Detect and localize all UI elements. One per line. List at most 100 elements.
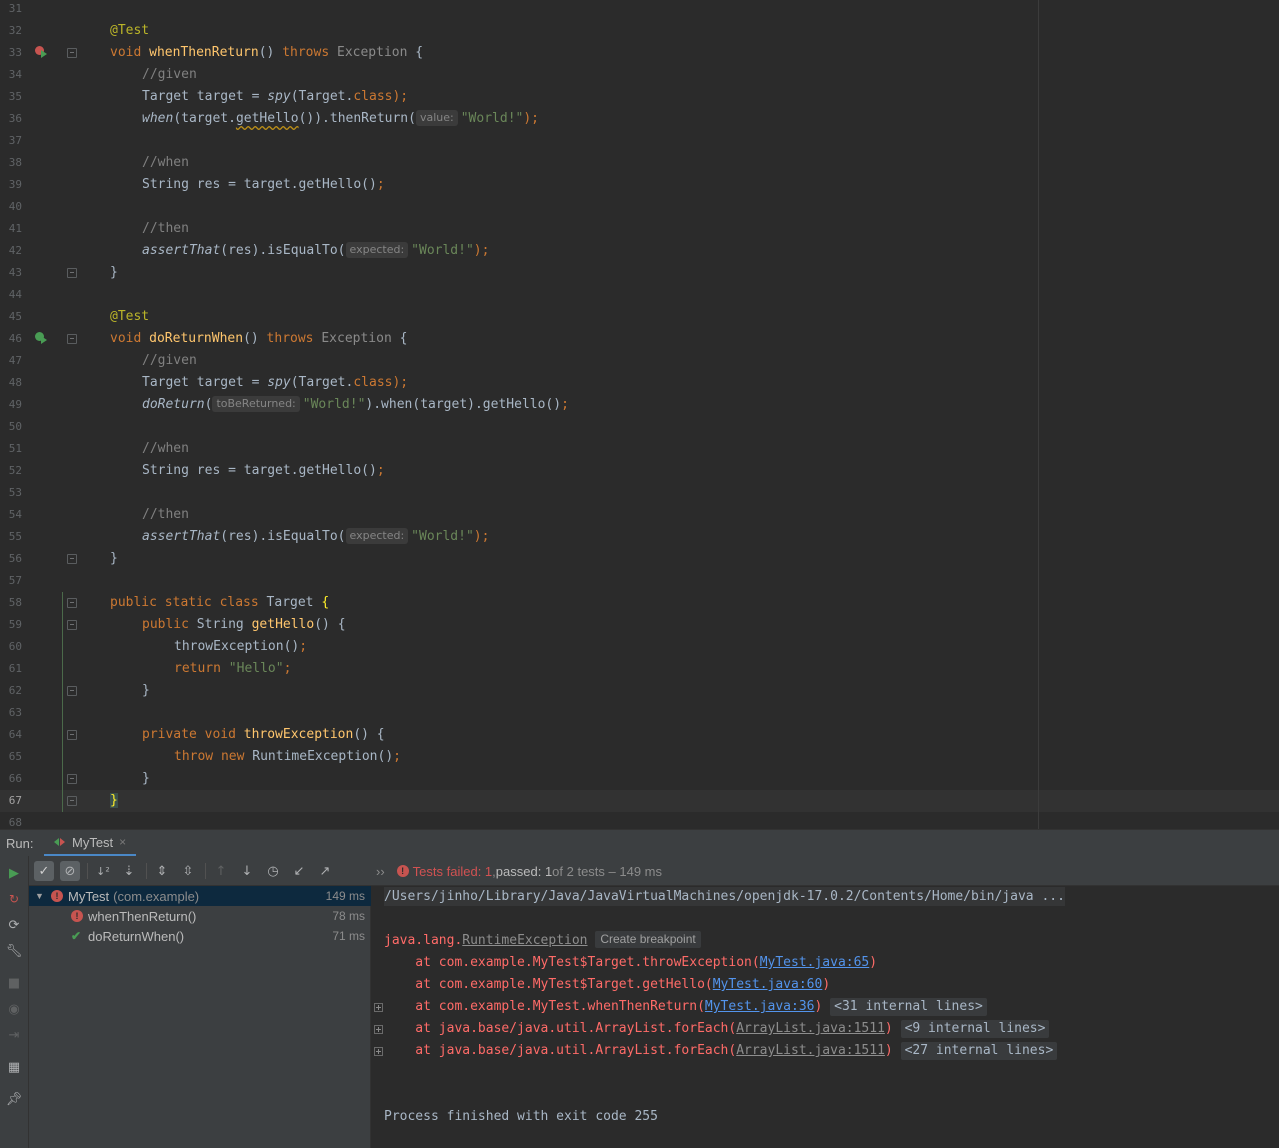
code-line-58[interactable]: public static class Target { <box>110 592 329 614</box>
code-line-61[interactable]: return "Hello"; <box>174 658 291 680</box>
code-line-48[interactable]: Target target = spy(Target.class); <box>142 372 408 394</box>
test-results-tree[interactable]: ▼ ! MyTest (com.example) 149 ms ! whenTh… <box>29 886 371 1148</box>
fold-marker[interactable] <box>67 334 77 344</box>
line-number[interactable]: 36 <box>0 108 22 130</box>
line-number[interactable]: 38 <box>0 152 22 174</box>
line-number[interactable]: 31 <box>0 0 22 20</box>
code-line-56[interactable]: } <box>110 548 118 570</box>
line-number[interactable]: 39 <box>0 174 22 196</box>
code-line-39[interactable]: String res = target.getHello(); <box>142 174 385 196</box>
code-line-38[interactable]: //when <box>142 152 189 174</box>
line-number[interactable]: 50 <box>0 416 22 438</box>
code-line-46[interactable]: void doReturnWhen() throws Exception { <box>110 328 407 350</box>
wrench-icon[interactable]: 🔧︎ <box>6 943 23 959</box>
code-line-65[interactable]: throw new RuntimeException(); <box>174 746 401 768</box>
run-test-failed-icon[interactable] <box>34 45 48 59</box>
exception-class-link[interactable]: RuntimeException <box>462 933 587 948</box>
next-failed-icon[interactable]: ↓ <box>237 861 257 881</box>
line-number[interactable]: 63 <box>0 702 22 724</box>
line-number[interactable]: 47 <box>0 350 22 372</box>
code-line-67[interactable]: } <box>110 790 118 812</box>
pin-icon[interactable]: 📌︎ <box>6 1091 23 1107</box>
expand-internal-lines-icon[interactable] <box>374 1047 383 1056</box>
toggle-auto-test-icon[interactable]: ⟳ <box>6 917 22 933</box>
fold-marker[interactable] <box>67 796 77 806</box>
run-test-passed-icon[interactable] <box>34 331 48 345</box>
internal-lines-fold[interactable]: <27 internal lines> <box>900 1042 1058 1060</box>
line-number[interactable]: 34 <box>0 64 22 86</box>
code-line-47[interactable]: //given <box>142 350 197 372</box>
line-number[interactable]: 68 <box>0 812 22 829</box>
tree-row-mytest[interactable]: ▼ ! MyTest (com.example) 149 ms <box>29 886 371 906</box>
code-line-42[interactable]: assertThat(res).isEqualTo(expected: "Worl… <box>142 240 489 262</box>
fold-marker[interactable] <box>67 686 77 696</box>
code-editor[interactable]: 31 32 33 34 35 36 37 38 39 40 41 42 43 44 45 46 47 48 49 50… <box>0 0 1279 829</box>
source-link[interactable]: ArrayList.java:1511 <box>736 1021 885 1036</box>
code-line-32[interactable]: @Test <box>110 20 149 42</box>
source-link[interactable]: MyTest.java:36 <box>705 999 815 1014</box>
tree-row-doreturnwhen[interactable]: ✔ doReturnWhen() 71 ms <box>29 926 371 946</box>
code-line-54[interactable]: //then <box>142 504 189 526</box>
line-number[interactable]: 52 <box>0 460 22 482</box>
code-line-51[interactable]: //when <box>142 438 189 460</box>
line-number[interactable]: 40 <box>0 196 22 218</box>
line-number[interactable]: 64 <box>0 724 22 746</box>
more-icon[interactable]: ›› <box>376 864 385 879</box>
line-number[interactable]: 54 <box>0 504 22 526</box>
fold-marker[interactable] <box>67 774 77 784</box>
line-number[interactable]: 57 <box>0 570 22 592</box>
rerun-failed-icon[interactable]: ↻ <box>6 891 22 907</box>
export-results-icon[interactable]: ↗ <box>315 861 335 881</box>
expand-internal-lines-icon[interactable] <box>374 1025 383 1034</box>
line-number[interactable]: 55 <box>0 526 22 548</box>
expand-internal-lines-icon[interactable] <box>374 1003 383 1012</box>
console-command-line[interactable]: /Users/jinho/Library/Java/JavaVirtualMac… <box>384 886 1065 908</box>
line-number[interactable]: 62 <box>0 680 22 702</box>
line-number[interactable]: 37 <box>0 130 22 152</box>
expand-all-icon[interactable]: ⇕ <box>152 861 172 881</box>
line-number[interactable]: 43 <box>0 262 22 284</box>
code-line-41[interactable]: //then <box>142 218 189 240</box>
previous-failed-icon[interactable]: ↑ <box>211 861 231 881</box>
line-number-gutter[interactable]: 31 32 33 34 35 36 37 38 39 40 41 42 43 44 45 46 47 48 49 50… <box>0 0 30 829</box>
test-history-icon[interactable]: ◷ <box>263 861 283 881</box>
close-tab-icon[interactable]: × <box>119 835 126 849</box>
source-link[interactable]: MyTest.java:60 <box>713 977 823 992</box>
line-number[interactable]: 35 <box>0 86 22 108</box>
stop-icon[interactable]: ■ <box>6 975 22 991</box>
sort-by-duration-icon[interactable]: ⇣ <box>119 861 139 881</box>
exit-icon[interactable]: ⇥ <box>6 1027 22 1043</box>
source-link[interactable]: MyTest.java:65 <box>760 955 870 970</box>
line-number[interactable]: 33 <box>0 42 22 64</box>
code-line-60[interactable]: throwException(); <box>174 636 307 658</box>
fold-marker[interactable] <box>67 620 77 630</box>
line-number[interactable]: 32 <box>0 20 22 42</box>
code-line-62[interactable]: } <box>142 680 150 702</box>
collapse-all-icon[interactable]: ⇳ <box>178 861 198 881</box>
import-tests-icon[interactable]: ↙ <box>289 861 309 881</box>
warning-token[interactable]: getHello <box>236 111 299 126</box>
internal-lines-fold[interactable]: <9 internal lines> <box>900 1020 1050 1038</box>
fold-marker[interactable] <box>67 730 77 740</box>
line-number[interactable]: 67 <box>0 790 22 812</box>
line-number[interactable]: 58 <box>0 592 22 614</box>
code-line-55[interactable]: assertThat(res).isEqualTo(expected: "Worl… <box>142 526 489 548</box>
create-breakpoint-button[interactable]: Create breakpoint <box>595 931 701 948</box>
tab-mytest[interactable]: MyTest × <box>44 830 137 857</box>
code-line-43[interactable]: } <box>110 262 118 284</box>
code-line-64[interactable]: private void throwException() { <box>142 724 385 746</box>
code-line-52[interactable]: String res = target.getHello(); <box>142 460 385 482</box>
sort-alphabetically-icon[interactable]: ↓² <box>93 861 113 881</box>
java-command[interactable]: /Users/jinho/Library/Java/JavaVirtualMac… <box>384 887 1065 906</box>
code-line-36[interactable]: when(target.getHello()).thenReturn(value… <box>142 108 539 130</box>
console-output[interactable]: /Users/jinho/Library/Java/JavaVirtualMac… <box>372 886 1279 1148</box>
line-number[interactable]: 48 <box>0 372 22 394</box>
internal-lines-fold[interactable]: <31 internal lines> <box>830 998 987 1016</box>
line-number[interactable]: 46 <box>0 328 22 350</box>
layout-icon[interactable]: ▦ <box>6 1059 22 1075</box>
code-line-33[interactable]: void whenThenReturn() throws Exception { <box>110 42 423 64</box>
fold-marker[interactable] <box>67 554 77 564</box>
fold-marker[interactable] <box>67 48 77 58</box>
show-passed-icon[interactable]: ✓ <box>34 861 54 881</box>
line-number[interactable]: 60 <box>0 636 22 658</box>
